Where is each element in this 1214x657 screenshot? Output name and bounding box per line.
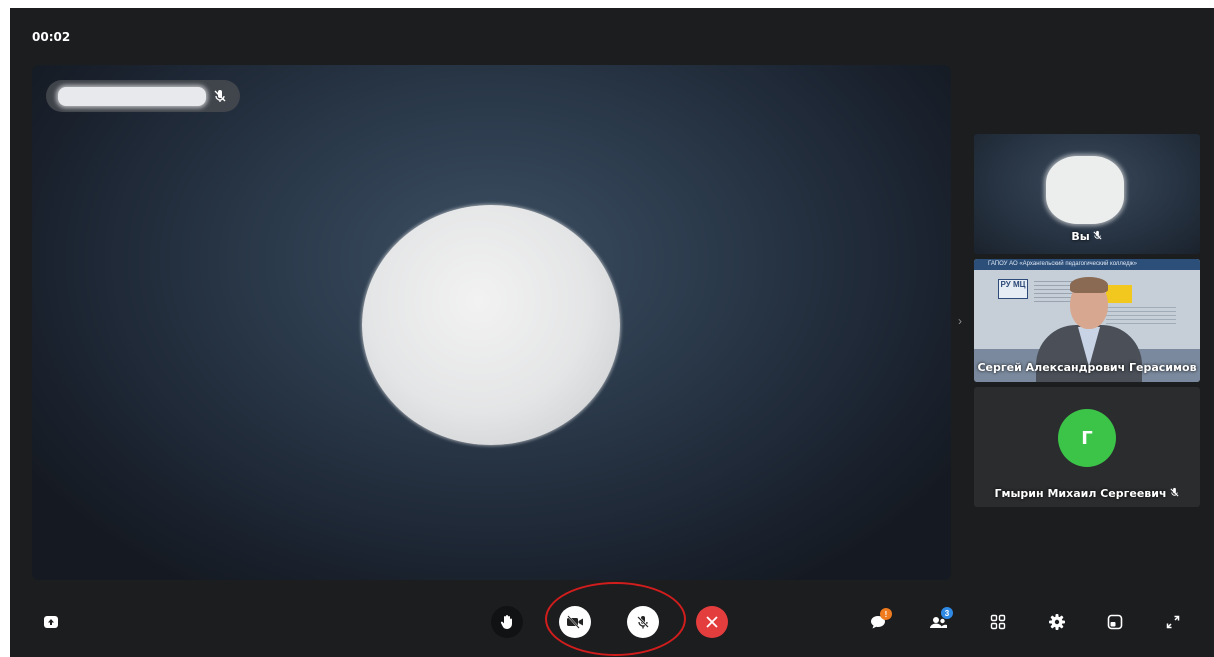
settings-button[interactable] bbox=[1046, 611, 1068, 633]
raise-hand-button[interactable] bbox=[491, 606, 523, 638]
gear-icon bbox=[1049, 614, 1065, 630]
chevron-right-icon[interactable]: › bbox=[958, 314, 962, 328]
participant-label: Вы bbox=[974, 230, 1200, 243]
yellow-logo bbox=[1106, 285, 1132, 303]
chat-notification-badge: ! bbox=[880, 608, 892, 620]
speaker-name-redacted bbox=[58, 87, 206, 106]
participant-tile-you[interactable]: Вы bbox=[974, 134, 1200, 254]
participants-button[interactable]: 3 bbox=[927, 607, 953, 633]
speaker-avatar bbox=[362, 205, 620, 445]
raise-hand-icon bbox=[500, 615, 512, 629]
pip-icon bbox=[1107, 614, 1123, 630]
participant-tile-sergey[interactable]: ГАПОУ АО «Архангельский педагогический к… bbox=[974, 259, 1200, 382]
participant-tile-gmyrin[interactable]: Г Гмырин Михаил Сергеевич bbox=[974, 387, 1200, 507]
call-timer: 00:02 bbox=[32, 30, 71, 44]
share-screen-icon bbox=[44, 616, 58, 628]
participant-label: Гмырин Михаил Сергеевич bbox=[974, 487, 1200, 500]
mic-muted-icon bbox=[1169, 487, 1179, 497]
ru-mc-logo: РУ МЦ bbox=[998, 279, 1028, 299]
poster-text-block bbox=[1106, 307, 1176, 325]
layout-grid-button[interactable] bbox=[987, 611, 1009, 633]
picture-in-picture-button[interactable] bbox=[1104, 611, 1126, 633]
video-banner-text: ГАПОУ АО «Архангельский педагогический к… bbox=[974, 259, 1200, 270]
close-icon bbox=[706, 616, 718, 628]
end-call-button[interactable] bbox=[696, 606, 728, 638]
fullscreen-icon bbox=[1166, 615, 1180, 629]
participants-count-badge: 3 bbox=[941, 607, 953, 619]
person-hair bbox=[1070, 277, 1108, 293]
participant-label: Сергей Александрович Герасимов bbox=[977, 361, 1197, 374]
chat-button[interactable]: ! bbox=[867, 608, 892, 633]
annotation-highlight-ring bbox=[545, 582, 686, 656]
grid-icon bbox=[990, 614, 1006, 630]
avatar bbox=[1046, 156, 1124, 224]
avatar: Г bbox=[1058, 409, 1116, 467]
main-video-tile[interactable] bbox=[32, 65, 951, 580]
poster-text-block bbox=[1034, 281, 1074, 303]
video-call-window: 00:02 › Вы ГАПОУ АО «Архангельский педаг… bbox=[10, 8, 1214, 657]
mic-muted-icon bbox=[1093, 230, 1102, 240]
participant-name: Гмырин Михаил Сергеевич bbox=[994, 487, 1167, 500]
participant-name: Вы bbox=[1071, 230, 1090, 243]
mic-muted-icon bbox=[214, 90, 226, 102]
share-screen-button[interactable] bbox=[40, 611, 62, 633]
speaker-name-pill bbox=[46, 80, 240, 112]
fullscreen-button[interactable] bbox=[1162, 611, 1184, 633]
